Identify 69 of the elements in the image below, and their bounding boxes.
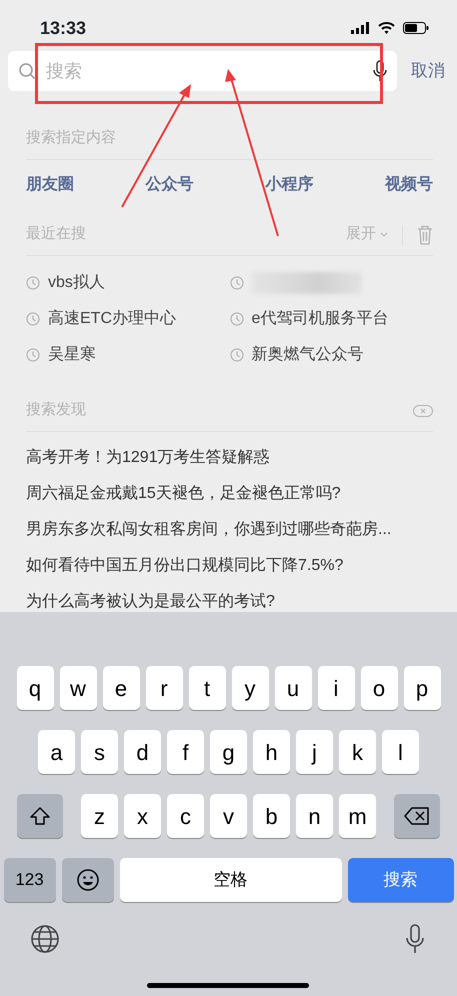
category-link[interactable]: 公众号 xyxy=(146,173,194,197)
microphone-icon[interactable] xyxy=(373,60,387,82)
letter-key[interactable]: n xyxy=(296,794,333,838)
microphone-icon[interactable] xyxy=(406,924,424,954)
letter-key[interactable]: e xyxy=(102,666,140,710)
letter-key[interactable]: i xyxy=(318,666,354,710)
shift-icon xyxy=(29,806,51,826)
discover-item[interactable]: 男房东多次私闯女租客房间，你遇到过哪些奇葩房... xyxy=(26,512,433,548)
letter-key[interactable]: u xyxy=(274,666,312,710)
smiley-icon xyxy=(76,868,100,892)
section-title: 最近在搜 xyxy=(26,224,86,244)
letter-key[interactable]: t xyxy=(188,666,226,710)
letter-key[interactable]: l xyxy=(382,730,419,774)
clock-icon xyxy=(230,348,244,362)
letter-key[interactable]: x xyxy=(124,794,161,838)
letter-key[interactable]: b xyxy=(253,794,290,838)
category-link[interactable]: 视频号 xyxy=(384,173,433,197)
letter-key[interactable]: h xyxy=(253,730,290,774)
category-link[interactable]: 小程序 xyxy=(265,173,314,197)
letter-key[interactable]: k xyxy=(339,730,376,774)
clock-icon xyxy=(26,348,40,362)
delete-key[interactable] xyxy=(394,794,440,838)
letter-key[interactable]: y xyxy=(232,666,268,710)
letter-key[interactable]: f xyxy=(167,730,204,774)
clock-icon xyxy=(26,312,40,326)
letter-key[interactable]: o xyxy=(360,666,398,710)
letter-key[interactable]: s xyxy=(81,730,118,774)
shift-key[interactable] xyxy=(17,794,63,838)
letter-key[interactable]: v xyxy=(210,794,247,838)
section-title: 搜索指定内容 xyxy=(26,128,116,148)
letter-key[interactable]: r xyxy=(146,666,182,710)
wifi-icon xyxy=(378,22,395,34)
history-item[interactable]: e代驾司机服务平台 xyxy=(230,306,433,332)
clock-icon xyxy=(230,276,244,290)
battery-icon xyxy=(403,22,429,34)
search-field[interactable]: 搜索 xyxy=(44,56,365,86)
chevron-down-icon xyxy=(380,232,388,237)
section-title: 搜索发现 xyxy=(26,400,86,420)
backspace-icon xyxy=(404,807,430,825)
search-bar[interactable]: 搜索 xyxy=(8,51,397,91)
numbers-key[interactable]: 123 xyxy=(4,858,56,902)
history-item[interactable]: 高速ETC办理中心 xyxy=(26,306,230,332)
letter-key[interactable]: q xyxy=(16,666,54,710)
discover-item[interactable]: 周六福足金戒戴15天褪色，足金褪色正常吗? xyxy=(26,476,433,512)
letter-key[interactable]: d xyxy=(124,730,161,774)
space-key[interactable]: 空格 xyxy=(120,858,342,902)
letter-key[interactable]: w xyxy=(60,666,96,710)
letter-key[interactable]: z xyxy=(81,794,118,838)
discover-item[interactable]: 如何看待中国五月份出口规模同比下降7.5%? xyxy=(26,548,433,584)
letter-key[interactable]: g xyxy=(210,730,247,774)
signal-icon xyxy=(351,22,370,34)
history-item[interactable]: 新奥燃气公众号 xyxy=(230,342,433,368)
letter-key[interactable]: c xyxy=(167,794,204,838)
emoji-key[interactable] xyxy=(62,858,114,902)
globe-icon[interactable] xyxy=(30,924,60,954)
discover-item[interactable]: 高考开考！为1291万考生答疑解惑 xyxy=(26,440,433,476)
letter-key[interactable]: m xyxy=(339,794,376,838)
search-key[interactable]: 搜索 xyxy=(348,858,454,902)
letter-key[interactable]: a xyxy=(38,730,75,774)
category-link[interactable]: 朋友圈 xyxy=(26,173,74,197)
status-time: 13:33 xyxy=(40,16,86,40)
clock-icon xyxy=(26,276,40,290)
search-icon xyxy=(18,62,36,80)
history-item[interactable]: vbs拟人 xyxy=(26,270,230,296)
cancel-button[interactable]: 取消 xyxy=(397,58,449,84)
history-item[interactable]: 吴星寒 xyxy=(26,342,230,368)
letter-key[interactable]: j xyxy=(296,730,333,774)
letter-key[interactable]: p xyxy=(404,666,440,710)
clock-icon xyxy=(230,312,244,326)
